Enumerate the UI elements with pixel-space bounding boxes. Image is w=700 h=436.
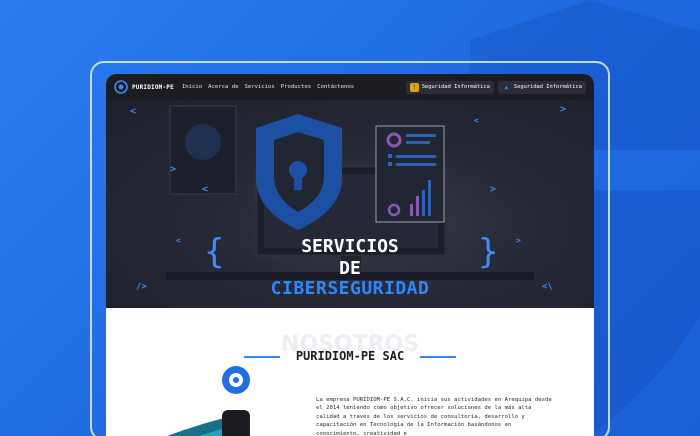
warning-icon: !: [409, 82, 419, 92]
hero-banner: < > < > > < < > /> <\ { } SERVICIOS DE C…: [106, 100, 594, 308]
chevron-right-icon: >: [560, 104, 567, 115]
security-button-1-label: Seguridad Informática: [421, 84, 490, 90]
hero-title-line2: DE: [339, 258, 361, 279]
about-paragraph: La empresa PURIDIOM-PE S.A.C. inicia sus…: [316, 397, 552, 436]
top-navigation: PURIDIOM-PE Inicio Acerca de Servicios P…: [106, 74, 594, 100]
title-rule-right: [420, 356, 456, 358]
chevron-left-icon: <: [474, 116, 479, 125]
hero-title-line1: SERVICIOS: [301, 236, 399, 257]
nav-link-contactenos[interactable]: Contáctenos: [317, 84, 354, 90]
nav-link-servicios[interactable]: Servicios: [244, 84, 274, 90]
alert-triangle-icon: ▲: [504, 83, 509, 91]
chevron-left-icon: <: [130, 106, 137, 117]
nav-link-productos[interactable]: Productos: [281, 84, 311, 90]
chevron-right-icon: >: [490, 184, 497, 195]
security-button-1[interactable]: ! Seguridad Informática: [405, 80, 494, 94]
website-mockup: PURIDIOM-PE Inicio Acerca de Servicios P…: [106, 74, 594, 436]
hero-title-line3: CIBERSEGURIDAD: [270, 278, 430, 299]
security-button-2[interactable]: ▲ Seguridad Informática: [497, 80, 586, 94]
logo-icon[interactable]: [114, 80, 128, 94]
about-title: PURIDIOM-PE SAC: [295, 349, 405, 363]
chevron-left-icon: <: [202, 184, 209, 195]
brand-name[interactable]: PURIDIOM-PE: [132, 84, 174, 91]
nav-link-acerca[interactable]: Acerca de: [208, 84, 238, 90]
nav-link-inicio[interactable]: Inicio: [182, 84, 202, 90]
mascot-illustration: [166, 366, 250, 436]
chevron-right-icon: >: [170, 164, 177, 175]
security-button-2-label: Seguridad Informática: [513, 84, 582, 90]
